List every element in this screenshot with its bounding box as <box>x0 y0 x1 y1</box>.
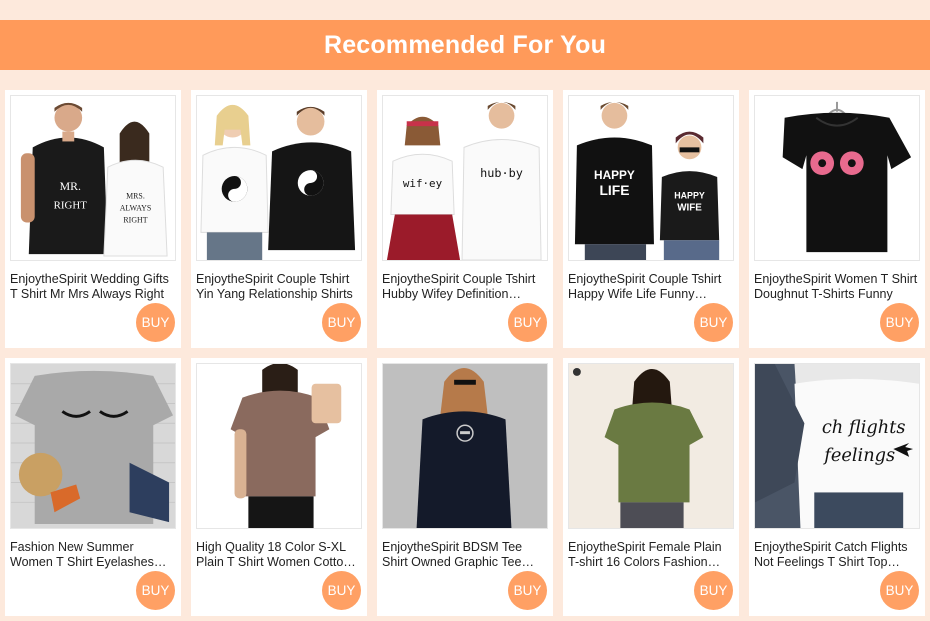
product-title[interactable]: Fashion New Summer Women T Shirt Eyelash… <box>10 540 175 570</box>
svg-text:LIFE: LIFE <box>599 182 629 198</box>
product-title[interactable]: EnjoytheSpirit Couple Tshirt Happy Wife … <box>568 272 733 302</box>
product-title[interactable]: High Quality 18 Color S-XL Plain T Shirt… <box>196 540 361 570</box>
buy-button[interactable]: BUY <box>508 571 547 610</box>
product-image[interactable]: MR. RIGHT MRS. ALWAYS RIGHT <box>10 95 176 261</box>
product-title[interactable]: EnjoytheSpirit BDSM Tee Shirt Owned Grap… <box>382 540 547 570</box>
svg-text:hub·by: hub·by <box>480 166 523 180</box>
product-title[interactable]: EnjoytheSpirit Catch Flights Not Feeling… <box>754 540 919 570</box>
product-image[interactable] <box>568 363 734 529</box>
buy-button[interactable]: BUY <box>694 571 733 610</box>
product-image[interactable]: ch flights feelings <box>754 363 920 529</box>
product-title[interactable]: EnjoytheSpirit Women T Shirt Doughnut T-… <box>754 272 919 302</box>
buy-button[interactable]: BUY <box>880 571 919 610</box>
product-card[interactable]: EnjoytheSpirit Couple Tshirt Yin Yang Re… <box>191 90 367 348</box>
svg-text:feelings: feelings <box>822 445 895 466</box>
product-card[interactable]: MR. RIGHT MRS. ALWAYS RIGHT EnjoytheSpir… <box>5 90 181 348</box>
svg-text:wif·ey: wif·ey <box>403 177 443 190</box>
svg-text:MRS.: MRS. <box>126 192 145 201</box>
buy-button[interactable]: BUY <box>136 571 175 610</box>
section-title: Recommended For You <box>323 30 607 59</box>
product-image[interactable] <box>382 363 548 529</box>
product-card[interactable]: EnjoytheSpirit Female Plain T-shirt 16 C… <box>563 358 739 616</box>
buy-button[interactable]: BUY <box>694 303 733 342</box>
product-image[interactable] <box>196 95 362 261</box>
buy-button[interactable]: BUY <box>322 571 361 610</box>
svg-text:RIGHT: RIGHT <box>54 200 88 212</box>
svg-text:HAPPY: HAPPY <box>674 191 705 201</box>
svg-text:WIFE: WIFE <box>677 203 702 214</box>
product-image[interactable]: wif·ey hub·by <box>382 95 548 261</box>
product-card[interactable]: EnjoytheSpirit Women T Shirt Doughnut T-… <box>749 90 925 348</box>
product-title[interactable]: EnjoytheSpirit Female Plain T-shirt 16 C… <box>568 540 733 570</box>
svg-text:ALWAYS: ALWAYS <box>120 204 152 213</box>
buy-button[interactable]: BUY <box>136 303 175 342</box>
product-title[interactable]: EnjoytheSpirit Couple Tshirt Yin Yang Re… <box>196 272 361 302</box>
section-header: Recommended For You <box>0 20 930 70</box>
product-image[interactable] <box>196 363 362 529</box>
svg-text:HAPPY: HAPPY <box>594 168 635 182</box>
product-card[interactable]: ch flights feelings EnjoytheSpirit Catch… <box>749 358 925 616</box>
product-image[interactable]: HAPPY LIFE HAPPY WIFE <box>568 95 734 261</box>
buy-button[interactable]: BUY <box>322 303 361 342</box>
svg-text:ch flights: ch flights <box>822 417 906 438</box>
product-card[interactable]: EnjoytheSpirit BDSM Tee Shirt Owned Grap… <box>377 358 553 616</box>
product-card[interactable]: HAPPY LIFE HAPPY WIFE EnjoytheSpirit Cou… <box>563 90 739 348</box>
product-card[interactable]: Fashion New Summer Women T Shirt Eyelash… <box>5 358 181 616</box>
svg-text:MR.: MR. <box>60 179 81 193</box>
buy-button[interactable]: BUY <box>508 303 547 342</box>
product-title[interactable]: EnjoytheSpirit Wedding Gifts T Shirt Mr … <box>10 272 175 302</box>
product-image[interactable] <box>10 363 176 529</box>
product-grid: MR. RIGHT MRS. ALWAYS RIGHT EnjoytheSpir… <box>5 90 925 616</box>
product-title[interactable]: EnjoytheSpirit Couple Tshirt Hubby Wifey… <box>382 272 547 302</box>
product-card[interactable]: High Quality 18 Color S-XL Plain T Shirt… <box>191 358 367 616</box>
svg-text:RIGHT: RIGHT <box>123 215 147 224</box>
product-card[interactable]: wif·ey hub·by EnjoytheSpirit Couple Tshi… <box>377 90 553 348</box>
product-image[interactable] <box>754 95 920 261</box>
buy-button[interactable]: BUY <box>880 303 919 342</box>
